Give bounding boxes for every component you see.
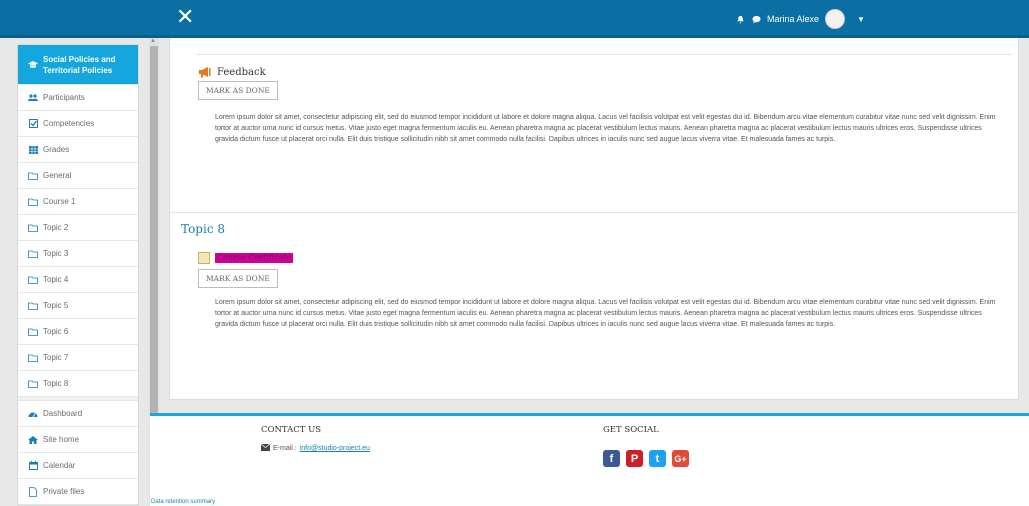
home-icon (28, 435, 38, 444)
email-link[interactable]: info@studio-project.eu (300, 445, 370, 452)
sidebar-item-participants[interactable]: Participants (18, 85, 138, 111)
data-retention-link[interactable]: Data retention summary (151, 499, 215, 505)
sidebar-item-site-home[interactable]: Site home (18, 427, 138, 453)
top-navbar: ✕ Marina Alexe ▼ (0, 0, 1029, 38)
sidebar-item-label: Topic 4 (43, 275, 69, 284)
folder-icon (28, 250, 38, 258)
sidebar-item-competencies[interactable]: Competencies (18, 111, 138, 137)
sidebar-item-label: Private files (43, 487, 85, 496)
section-divider (170, 212, 1020, 213)
sidebar-item-topic-6[interactable]: Topic 6 (18, 319, 138, 345)
sidebar-item-label: Course 1 (43, 197, 76, 206)
course-certificate-activity[interactable]: Course Certificate (198, 252, 294, 264)
section-title-topic-8: Topic 8 (181, 222, 225, 236)
social-heading: GET SOCIAL (603, 425, 659, 435)
sidebar-item-private-files[interactable]: Private files (18, 479, 138, 505)
sidebar-item-calendar[interactable]: Calendar (18, 453, 138, 479)
folder-icon (28, 354, 38, 362)
folder-icon (28, 224, 38, 232)
sidebar-item-label: Social Policies and Territorial Policies (43, 54, 116, 75)
sidebar-item-label: Topic 8 (43, 379, 69, 388)
user-menu: Marina Alexe ▼ (735, 8, 865, 30)
users-icon (28, 93, 38, 102)
sidebar-item-label: Dashboard (43, 409, 83, 418)
folder-icon (28, 276, 38, 284)
social-links: f P t G+ (603, 450, 689, 467)
sidebar-item-label: Grades (43, 145, 70, 154)
sidebar-item-course[interactable]: Social Policies and Territorial Policies (18, 45, 138, 85)
sidebar-item-label: Topic 7 (43, 353, 69, 362)
sidebar-item-label: Calendar (43, 461, 76, 470)
envelope-icon (260, 443, 271, 453)
table-icon (28, 145, 38, 154)
course-navigation: Social Policies and Territorial Policies… (17, 44, 139, 506)
sidebar-item-topic-4[interactable]: Topic 4 (18, 267, 138, 293)
folder-icon (28, 172, 38, 180)
contact-email: E-mail : info@studio-project.eu (260, 443, 370, 453)
course-certificate-link[interactable]: Course Certificate (215, 253, 294, 263)
sidebar-item-topic-2[interactable]: Topic 2 (18, 215, 138, 241)
feedback-mark-as-done-button[interactable]: MARK AS DONE (198, 81, 278, 100)
google-plus-icon[interactable]: G+ (672, 450, 689, 467)
pinterest-icon[interactable]: P (626, 450, 643, 467)
avatar[interactable] (825, 9, 846, 29)
sidebar-item-course-1[interactable]: Course 1 (18, 189, 138, 215)
megaphone-icon (198, 66, 212, 78)
sidebar-item-label: General (43, 171, 72, 180)
folder-icon (28, 198, 38, 206)
checkbox-icon (28, 119, 38, 128)
sidebar-item-grades[interactable]: Grades (18, 137, 138, 163)
sidebar-item-label: Topic 5 (43, 301, 69, 310)
folder-icon (28, 302, 38, 310)
certificate-mark-as-done-button[interactable]: MARK AS DONE (198, 269, 278, 288)
folder-icon (28, 328, 38, 336)
sidebar-item-label: Participants (43, 93, 85, 102)
twitter-icon[interactable]: t (649, 450, 666, 467)
sidebar-item-label: Site home (43, 435, 80, 444)
calendar-icon (28, 461, 38, 470)
certificate-icon (198, 252, 210, 264)
divider (196, 54, 1012, 55)
sidebar-item-topic-5[interactable]: Topic 5 (18, 293, 138, 319)
dashboard-icon (28, 410, 38, 418)
contact-heading: CONTACT US (261, 425, 322, 435)
feedback-description: Lorem ipsum dolor sit amet, consectetur … (215, 114, 996, 143)
email-label: E-mail : (273, 445, 297, 452)
chat-icon[interactable] (751, 14, 761, 24)
chevron-down-icon[interactable]: ▼ (857, 15, 865, 24)
sidebar-item-label: Competencies (43, 119, 95, 128)
facebook-icon[interactable]: f (603, 450, 620, 467)
page-footer: CONTACT US E-mail : info@studio-project.… (150, 416, 1029, 506)
sidebar-item-general[interactable]: General (18, 163, 138, 189)
file-icon (28, 486, 38, 497)
close-icon[interactable]: ✕ (176, 6, 194, 28)
user-name[interactable]: Marina Alexe (767, 14, 819, 24)
feedback-activity[interactable]: Feedback (198, 66, 266, 78)
sidebar-item-label: Topic 2 (43, 223, 69, 232)
graduation-cap-icon (28, 60, 38, 69)
sidebar-item-dashboard[interactable]: Dashboard (18, 401, 138, 427)
bell-icon[interactable] (735, 14, 745, 24)
scrollbar-thumb[interactable] (150, 46, 158, 446)
certificate-description: Lorem ipsum dolor sit amet, consectetur … (215, 299, 996, 328)
sidebar-item-label: Topic 3 (43, 249, 69, 258)
scroll-up-icon[interactable]: ▲ (150, 38, 156, 44)
sidebar-item-topic-7[interactable]: Topic 7 (18, 345, 138, 371)
course-content: Feedback MARK AS DONE Lorem ipsum dolor … (169, 38, 1020, 400)
sidebar-item-topic-8[interactable]: Topic 8 (18, 371, 138, 397)
folder-icon (28, 380, 38, 388)
feedback-link[interactable]: Feedback (217, 67, 266, 78)
sidebar-item-topic-3[interactable]: Topic 3 (18, 241, 138, 267)
sidebar-item-label: Topic 6 (43, 327, 69, 336)
